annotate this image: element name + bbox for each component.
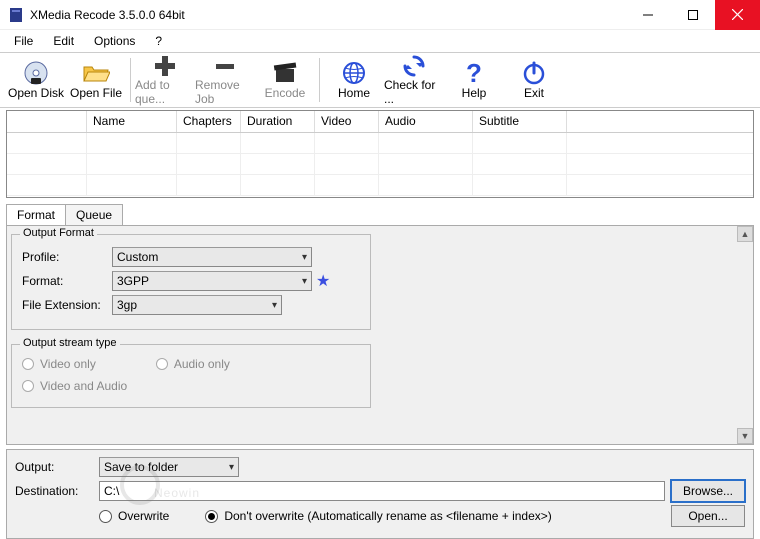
legend-output-format: Output Format <box>20 227 97 239</box>
browse-button[interactable]: Browse... <box>671 480 745 502</box>
menubar: File Edit Options ? <box>0 30 760 52</box>
tabs: Format Queue <box>6 204 754 225</box>
radio-video-audio[interactable]: Video and Audio <box>22 379 360 393</box>
toolbar-separator <box>130 58 131 102</box>
globe-icon <box>342 60 366 86</box>
label-format: Format: <box>22 274 112 288</box>
label-dont-overwrite: Don't overwrite (Automatically rename as… <box>224 509 551 523</box>
col-audio[interactable]: Audio <box>379 111 473 132</box>
scrollbar[interactable]: ▲ ▼ <box>737 226 753 444</box>
radio-overwrite[interactable] <box>99 510 112 523</box>
col-video[interactable]: Video <box>315 111 379 132</box>
clapper-icon <box>273 60 297 86</box>
scroll-up-icon[interactable]: ▲ <box>737 226 753 242</box>
menu-edit[interactable]: Edit <box>45 32 82 50</box>
home-button[interactable]: Home <box>324 54 384 106</box>
col-subtitle[interactable]: Subtitle <box>473 111 567 132</box>
format-panel: Output Format Profile: Custom Format: 3G… <box>6 225 754 445</box>
col-spacer <box>567 111 753 132</box>
group-output-format: Output Format Profile: Custom Format: 3G… <box>11 234 371 330</box>
power-icon <box>522 60 546 86</box>
label-file-extension: File Extension: <box>22 298 112 312</box>
col-chapters[interactable]: Chapters <box>177 111 241 132</box>
toolbar: Open Disk Open File Add to que... Remove… <box>0 52 760 108</box>
radio-dont-overwrite[interactable] <box>205 510 218 523</box>
minus-icon <box>214 54 236 78</box>
menu-options[interactable]: Options <box>86 32 143 50</box>
add-to-queue-button[interactable]: Add to que... <box>135 54 195 106</box>
check-updates-button[interactable]: Check for ... <box>384 54 444 106</box>
table-row[interactable] <box>7 175 753 196</box>
disc-icon <box>23 60 49 86</box>
open-file-button[interactable]: Open File <box>66 54 126 106</box>
col-duration[interactable]: Duration <box>241 111 315 132</box>
help-button[interactable]: ? Help <box>444 54 504 106</box>
star-icon[interactable]: ★ <box>316 271 330 291</box>
open-disk-button[interactable]: Open Disk <box>6 54 66 106</box>
label-destination: Destination: <box>15 484 93 498</box>
radio-dot-icon <box>156 358 168 370</box>
table-row[interactable] <box>7 154 753 175</box>
refresh-icon <box>402 54 426 78</box>
radio-dot-icon <box>22 380 34 392</box>
remove-job-button[interactable]: Remove Job <box>195 54 255 106</box>
legend-stream: Output stream type <box>20 337 120 349</box>
scroll-track[interactable] <box>737 242 753 428</box>
plus-icon <box>153 54 177 78</box>
minimize-button[interactable] <box>625 0 670 30</box>
col-name[interactable]: Name <box>87 111 177 132</box>
bottom-panel: Output: Save to folder Destination: Brow… <box>6 449 754 539</box>
group-output-stream: Output stream type Video only Audio only… <box>11 344 371 408</box>
maximize-button[interactable] <box>670 0 715 30</box>
table-header: Name Chapters Duration Video Audio Subti… <box>7 111 753 133</box>
select-format[interactable]: 3GPP <box>112 271 312 291</box>
menu-help[interactable]: ? <box>147 32 170 50</box>
destination-input[interactable] <box>99 481 665 501</box>
col-icon[interactable] <box>7 111 87 132</box>
folder-icon <box>82 60 110 86</box>
tab-format[interactable]: Format <box>6 204 66 225</box>
open-button[interactable]: Open... <box>671 505 745 527</box>
label-profile: Profile: <box>22 250 112 264</box>
table-body <box>7 133 753 196</box>
radio-audio-only[interactable]: Audio only <box>156 357 230 371</box>
exit-button[interactable]: Exit <box>504 54 564 106</box>
select-profile[interactable]: Custom <box>112 247 312 267</box>
radio-dot-icon <box>22 358 34 370</box>
menu-file[interactable]: File <box>6 32 41 50</box>
toolbar-separator <box>319 58 320 102</box>
table-row[interactable] <box>7 133 753 154</box>
app-icon <box>8 7 24 23</box>
scroll-down-icon[interactable]: ▼ <box>737 428 753 444</box>
close-button[interactable] <box>715 0 760 30</box>
select-file-extension[interactable]: 3gp <box>112 295 282 315</box>
label-overwrite: Overwrite <box>118 509 169 523</box>
titlebar: XMedia Recode 3.5.0.0 64bit <box>0 0 760 30</box>
select-output[interactable]: Save to folder <box>99 457 239 477</box>
window-title: XMedia Recode 3.5.0.0 64bit <box>30 8 625 22</box>
tab-queue[interactable]: Queue <box>65 204 123 225</box>
file-table: Name Chapters Duration Video Audio Subti… <box>6 110 754 198</box>
radio-video-only[interactable]: Video only <box>22 357 96 371</box>
label-output: Output: <box>15 460 93 474</box>
encode-button[interactable]: Encode <box>255 54 315 106</box>
question-icon: ? <box>466 60 482 86</box>
